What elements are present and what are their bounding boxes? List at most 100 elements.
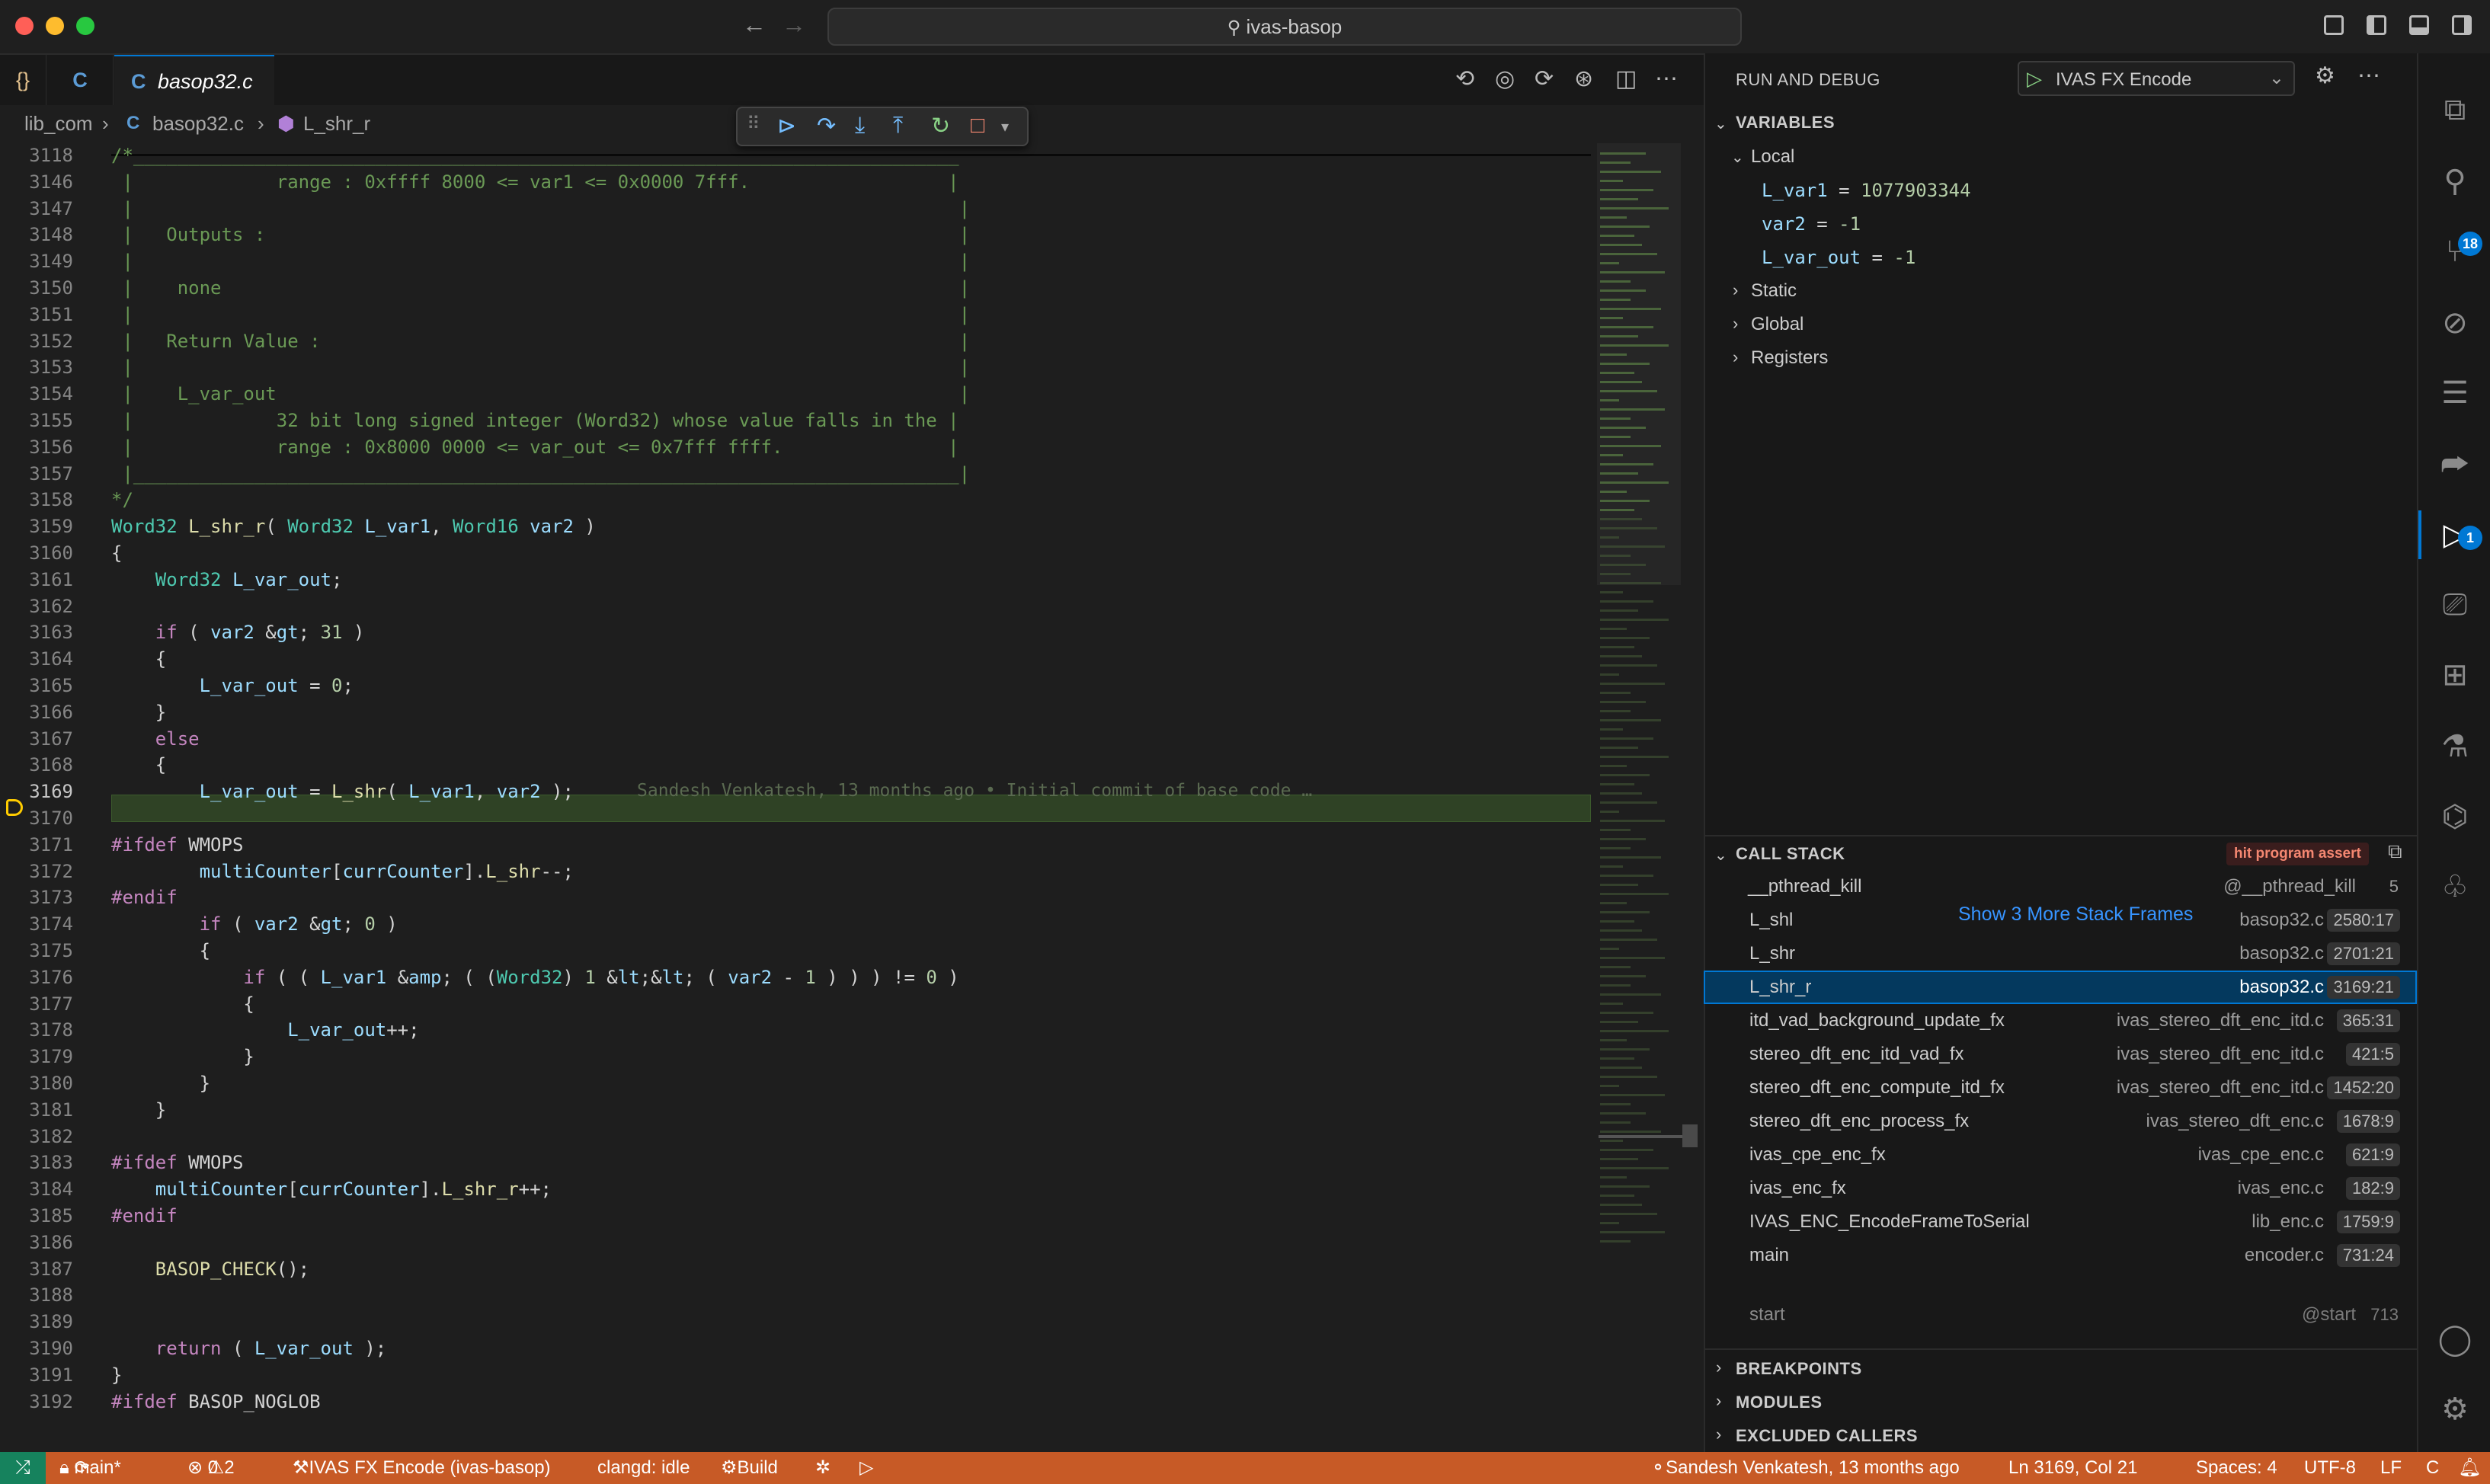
back-arrow-icon[interactable]: ← xyxy=(742,11,767,39)
go-forward-icon[interactable]: ⟳ xyxy=(1535,66,1554,92)
scope-global[interactable]: Global xyxy=(1751,314,1803,335)
remote-icon[interactable]: ⮫ xyxy=(2434,443,2476,486)
stack-frame-row[interactable]: stereo_dft_enc_compute_itd_fx ivas_stereo… xyxy=(1704,1071,2417,1105)
scope-registers[interactable]: Registers xyxy=(1751,347,1828,369)
stack-frame-row-selected[interactable]: L_shr_r basop32.c 3169:21 xyxy=(1704,971,2417,1004)
cursor-position-status[interactable]: Ln 3169, Col 21 xyxy=(2008,1452,2137,1484)
circle-icon[interactable]: ◎ xyxy=(1495,66,1515,92)
chevron-down-icon[interactable]: ⌄ xyxy=(1714,114,1727,133)
stop-icon[interactable]: □ xyxy=(971,113,984,139)
build-status[interactable]: ⚙ Build xyxy=(721,1452,778,1484)
gear-icon[interactable]: ⚙ xyxy=(2315,62,2335,89)
variable-l-var-out[interactable]: L_var_out = -1 xyxy=(1762,247,1916,268)
breadcrumb-file[interactable]: basop32.c xyxy=(152,105,244,142)
scope-local[interactable]: Local xyxy=(1751,146,1794,168)
stack-frame-row[interactable]: itd_vad_background_update_fx ivas_stereo_… xyxy=(1704,1004,2417,1038)
indentation-status[interactable]: Spaces: 4 xyxy=(2196,1452,2277,1484)
stack-frame-row[interactable]: L_shl basop32.c 2580:17 xyxy=(1704,904,2417,937)
stack-frame-row[interactable]: L_shr basop32.c 2701:21 xyxy=(1704,937,2417,971)
modules-header[interactable]: MODULES xyxy=(1736,1393,1823,1412)
chevron-down-icon[interactable]: ⌄ xyxy=(1731,148,1744,167)
variables-header[interactable]: VARIABLES xyxy=(1736,113,1835,133)
minimap-line xyxy=(1600,472,1638,475)
stack-frame-row[interactable]: main encoder.c 731:24 xyxy=(1704,1239,2417,1272)
stack-frame-row[interactable]: __pthread_kill @__pthread_kill 5 xyxy=(1704,870,2417,904)
toggle-panel-icon[interactable] xyxy=(2409,15,2429,35)
language-status[interactable]: C xyxy=(2426,1452,2439,1484)
scope-static[interactable]: Static xyxy=(1751,280,1797,302)
account-icon[interactable]: ◯ xyxy=(2434,1318,2476,1361)
encoding-status[interactable]: UTF-8 xyxy=(2304,1452,2356,1484)
blame-status[interactable]: ⚬ Sandesh Venkatesh, 13 months ago xyxy=(1650,1452,1960,1484)
collapse-all-icon[interactable]: ⧉ xyxy=(2388,840,2402,864)
start-debugging-icon[interactable]: ▷ xyxy=(2027,67,2042,91)
maximize-window-button[interactable] xyxy=(76,17,94,35)
extensions-icon[interactable]: ⊞ xyxy=(2434,654,2476,696)
breadcrumb-symbol[interactable]: L_shr_r xyxy=(303,105,370,142)
customize-layout-icon[interactable] xyxy=(2324,15,2344,35)
variable-l-var1[interactable]: L_var1 = 1077903344 xyxy=(1762,180,1971,201)
manage-gear-icon[interactable]: ⚙ xyxy=(2434,1388,2476,1431)
run-icon[interactable]: ▷ xyxy=(859,1452,873,1484)
chevron-right-icon[interactable]: › xyxy=(1716,1391,1721,1411)
code-editor[interactable]: 3118 /*__________________________________… xyxy=(0,143,1600,1452)
notifications-bell-icon[interactable]: 🔔︎ xyxy=(2458,1452,2481,1484)
chevron-right-icon[interactable]: › xyxy=(1716,1425,1721,1444)
continue-icon[interactable]: ⊳ xyxy=(777,113,796,139)
restart-icon[interactable]: ↻ xyxy=(931,113,950,139)
toggle-secondary-sidebar-icon[interactable] xyxy=(2452,15,2472,35)
toggle-primary-sidebar-icon[interactable] xyxy=(2367,15,2386,35)
branch-status[interactable]: 🔒︎ main* ⟳ xyxy=(59,1452,121,1484)
step-over-icon[interactable]: ↷ xyxy=(817,113,836,139)
git-compare-icon[interactable]: ⊛ xyxy=(1574,66,1593,92)
stack-frame-row[interactable]: ivas_cpe_enc_fx ivas_cpe_enc.c 621:9 xyxy=(1704,1138,2417,1172)
debug-launch-status[interactable]: ⚒ IVAS FX Encode (ivas-basop) xyxy=(293,1452,551,1484)
excluded-callers-header[interactable]: EXCLUDED CALLERS xyxy=(1736,1426,1918,1446)
tree-icon[interactable]: ♧ xyxy=(2434,865,2476,908)
stack-frame-row[interactable]: start @start 713 xyxy=(1704,1298,2417,1332)
github-icon[interactable]: ⌬ xyxy=(2434,795,2476,838)
problems-status[interactable]: ⊗ 0 ⚠ 2 xyxy=(187,1452,235,1484)
more-actions-icon[interactable]: ⋯ xyxy=(1655,66,1678,92)
scrollbar-thumb[interactable] xyxy=(1682,1124,1698,1147)
git-graph-icon[interactable]: ⊘ xyxy=(2434,302,2476,344)
chevron-right-icon[interactable]: › xyxy=(1716,1358,1721,1377)
call-stack-header[interactable]: CALL STACK xyxy=(1736,844,1845,864)
breadcrumb-folder[interactable]: lib_com xyxy=(24,105,93,142)
stack-frame-row[interactable]: stereo_dft_enc_itd_vad_fx ivas_stereo_dft… xyxy=(1704,1038,2417,1071)
drag-handle-icon[interactable]: ⠿ xyxy=(747,113,760,135)
tab-basop32[interactable]: C basop32.c xyxy=(114,55,274,105)
remote-indicator-icon[interactable]: ⤮ xyxy=(0,1452,46,1484)
command-center-search[interactable]: ⚲ ivas-basop xyxy=(827,8,1742,46)
chevron-right-icon[interactable]: › xyxy=(1733,347,1738,367)
more-actions-icon[interactable]: ⋯ xyxy=(2357,62,2380,89)
clangd-status[interactable]: clangd: idle xyxy=(597,1452,690,1484)
bug-icon[interactable]: ✲ xyxy=(815,1452,831,1484)
testing-icon[interactable]: ⚗ xyxy=(2434,725,2476,768)
minimize-window-button[interactable] xyxy=(46,17,64,35)
stack-frame-row[interactable]: stereo_dft_enc_process_fx ivas_stereo_dft… xyxy=(1704,1105,2417,1138)
explorer-icon[interactable]: ⧉ xyxy=(2434,88,2476,131)
close-window-button[interactable] xyxy=(15,17,34,35)
search-icon[interactable]: ⚲ xyxy=(2434,160,2476,203)
chevron-right-icon[interactable]: › xyxy=(1733,314,1738,334)
go-back-icon[interactable]: ⟲ xyxy=(1455,66,1474,92)
step-out-icon[interactable]: ⤒ xyxy=(893,113,903,139)
chevron-right-icon[interactable]: › xyxy=(1733,280,1738,300)
forward-arrow-icon[interactable]: → xyxy=(782,11,806,39)
variable-var2[interactable]: var2 = -1 xyxy=(1762,213,1861,235)
tab-json[interactable]: {} xyxy=(0,55,46,105)
debug-config-select[interactable]: ▷ IVAS FX Encode ⌄ xyxy=(2018,61,2295,96)
tab-c-file[interactable]: C xyxy=(47,55,114,105)
chevron-down-icon[interactable]: ▾ xyxy=(1001,117,1009,136)
remote-explorer-icon[interactable]: ⎚ xyxy=(2434,584,2476,626)
outline-icon[interactable]: ☰ xyxy=(2434,372,2476,414)
stack-frame-row[interactable]: ivas_enc_fx ivas_enc.c 182:9 xyxy=(1704,1172,2417,1205)
split-editor-icon[interactable]: ◫ xyxy=(1615,66,1637,92)
minimap[interactable] xyxy=(1597,137,1698,1452)
breakpoints-header[interactable]: BREAKPOINTS xyxy=(1736,1359,1862,1379)
stack-frame-row[interactable]: IVAS_ENC_EncodeFrameToSerial lib_enc.c 175… xyxy=(1704,1205,2417,1239)
chevron-down-icon[interactable]: ⌄ xyxy=(1714,846,1727,865)
step-into-icon[interactable]: ⤓ xyxy=(855,113,865,139)
eol-status[interactable]: LF xyxy=(2380,1452,2402,1484)
